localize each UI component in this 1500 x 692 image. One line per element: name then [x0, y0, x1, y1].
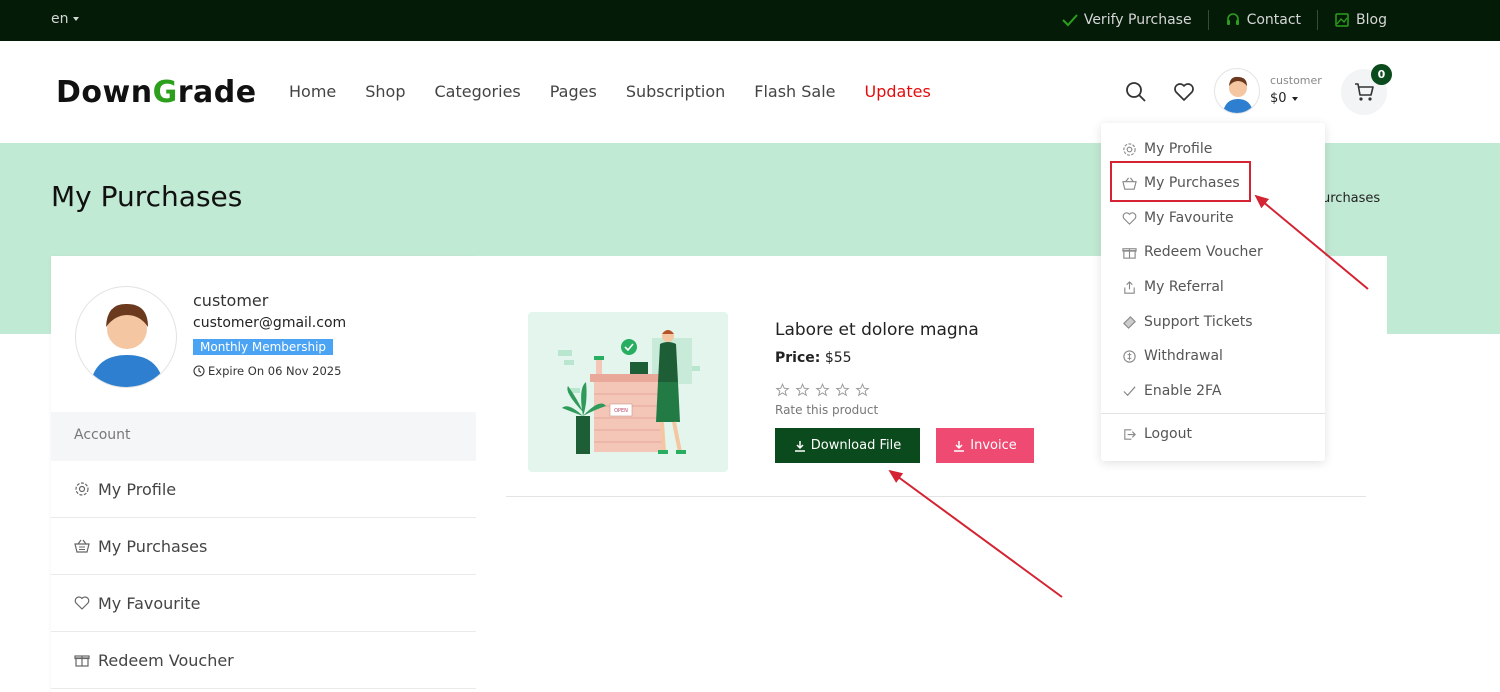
dropdown-item-enable-2fa[interactable]: Enable 2FA: [1101, 376, 1325, 406]
user-name[interactable]: customer: [1270, 74, 1322, 87]
dropdown-item-my-profile[interactable]: My Profile: [1101, 134, 1325, 164]
star-icon[interactable]: [795, 383, 810, 397]
account-sidebar: customer customer@gmail.com Monthly Memb…: [51, 256, 476, 692]
logout-icon: [1124, 428, 1136, 440]
download-file-button[interactable]: Download File: [775, 428, 920, 463]
shop-illustration: OPEN: [558, 330, 700, 454]
dropdown-item-withdrawal[interactable]: Withdrawal: [1101, 341, 1325, 371]
main-nav: Home Shop Categories Pages Subscription …: [289, 82, 931, 101]
dropdown-divider: [1101, 413, 1325, 414]
row-divider: [506, 496, 1366, 497]
dropdown-item-logout[interactable]: Logout: [1101, 419, 1325, 449]
gift-icon: [1122, 247, 1137, 259]
sidebar-item-my-purchases[interactable]: My Purchases: [51, 518, 476, 575]
dropdown-item-redeem-voucher[interactable]: Redeem Voucher: [1101, 237, 1325, 267]
dropdown-item-my-referral[interactable]: My Referral: [1101, 272, 1325, 302]
top-links: Verify Purchase Contact Blog: [1062, 10, 1387, 30]
divider: [1317, 10, 1319, 30]
nav-pages[interactable]: Pages: [550, 82, 597, 101]
language-selector[interactable]: en: [51, 11, 79, 27]
user-avatar[interactable]: [1214, 68, 1260, 114]
site-logo[interactable]: DownGrade: [56, 75, 257, 110]
coin-icon: [1123, 349, 1136, 363]
top-bar: en Verify Purchase Contact Blog: [0, 0, 1500, 41]
gear-icon: [1123, 142, 1136, 156]
divider: [1207, 10, 1209, 30]
header-icons: [1125, 81, 1195, 103]
product-image[interactable]: OPEN: [528, 312, 728, 472]
image-icon: [1335, 13, 1349, 27]
product-price: Price: $55: [775, 350, 852, 366]
heart-icon: [74, 596, 90, 610]
membership-badge: Monthly Membership: [193, 339, 334, 355]
basket-icon: [74, 539, 90, 553]
gift-icon: [74, 655, 90, 667]
membership-expiry: Expire On 06 Nov 2025: [193, 364, 341, 378]
clock-icon: [193, 365, 205, 377]
user-balance[interactable]: $0: [1270, 91, 1298, 106]
nav-flash-sale[interactable]: Flash Sale: [754, 82, 835, 101]
caret-down-icon: [1291, 96, 1298, 101]
profile-avatar: [75, 286, 177, 388]
product-title[interactable]: Labore et dolore magna: [775, 320, 979, 340]
nav-subscription[interactable]: Subscription: [626, 82, 725, 101]
star-icon[interactable]: [815, 383, 830, 397]
nav-updates[interactable]: Updates: [865, 82, 931, 101]
check-icon: [1062, 14, 1078, 27]
avatar-icon: [90, 303, 164, 387]
profile-name: customer: [193, 291, 269, 310]
heart-icon: [1122, 211, 1137, 225]
sidebar-item-redeem-voucher[interactable]: Redeem Voucher: [51, 632, 476, 689]
rate-product-label: Rate this product: [775, 403, 879, 417]
invoice-button[interactable]: Invoice: [936, 428, 1034, 463]
nav-shop[interactable]: Shop: [365, 82, 405, 101]
download-icon: [954, 440, 965, 452]
ticket-icon: [1123, 315, 1136, 329]
gear-icon: [75, 482, 89, 496]
verify-purchase-link[interactable]: Verify Purchase: [1062, 12, 1192, 28]
breadcrumb: urchases: [1322, 191, 1381, 206]
open-sign-text: OPEN: [614, 408, 628, 414]
star-icon[interactable]: [835, 383, 850, 397]
cart-count-badge: 0: [1371, 64, 1392, 85]
search-icon[interactable]: [1125, 81, 1147, 103]
rating-stars[interactable]: [775, 383, 870, 397]
sidebar-item-my-profile[interactable]: My Profile: [51, 461, 476, 518]
headset-icon: [1226, 13, 1239, 25]
star-icon[interactable]: [855, 383, 870, 397]
download-icon: [794, 440, 805, 452]
sidebar-item-my-favourite[interactable]: My Favourite: [51, 575, 476, 632]
page-title: My Purchases: [51, 180, 243, 213]
check-icon: [1123, 385, 1136, 396]
contact-link[interactable]: Contact: [1225, 12, 1301, 28]
account-section-header: Account: [51, 412, 476, 461]
dropdown-item-my-favourite[interactable]: My Favourite: [1101, 203, 1325, 233]
cart-icon: [1355, 83, 1374, 101]
star-icon[interactable]: [775, 383, 790, 397]
heart-icon[interactable]: [1173, 81, 1195, 103]
nav-home[interactable]: Home: [289, 82, 336, 101]
nav-categories[interactable]: Categories: [435, 82, 521, 101]
share-icon: [1124, 280, 1135, 294]
highlight-box: [1110, 161, 1251, 202]
dropdown-item-support-tickets[interactable]: Support Tickets: [1101, 307, 1325, 337]
avatar-icon: [1223, 76, 1253, 113]
profile-email: customer@gmail.com: [193, 315, 347, 331]
blog-link[interactable]: Blog: [1334, 12, 1387, 28]
caret-down-icon: [72, 17, 79, 21]
